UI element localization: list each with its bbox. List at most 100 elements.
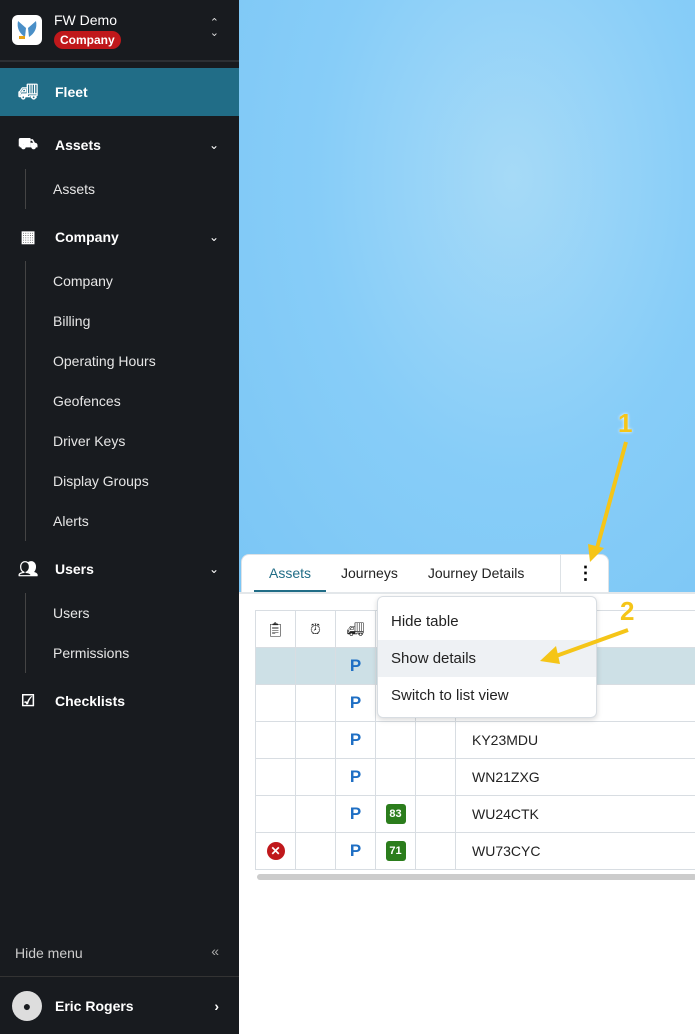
parked-cell: P [335, 721, 376, 759]
chevron-down-icon: ⌄ [208, 230, 219, 244]
chevron-down-icon: ⌄ [208, 562, 219, 576]
parked-icon: P [349, 730, 362, 749]
registration-cell: KY23MDU [455, 721, 695, 759]
parked-cell: P [335, 758, 376, 796]
alarm-icon[interactable]: ⏰︎ [295, 610, 336, 648]
nav-users[interactable]: 👥︎ Users ⌄ [0, 545, 239, 593]
user-menu[interactable]: ● Eric Rogers › [0, 976, 239, 1034]
divider [25, 169, 26, 209]
number-badge: 71 [385, 841, 406, 861]
alarm-cell [295, 795, 336, 833]
nav-assets-assets[interactable]: Assets [53, 181, 95, 197]
table-row[interactable]: P 83 WU24CTK [255, 795, 695, 833]
nav-driver-keys[interactable]: Driver Keys [53, 433, 125, 449]
building-icon: ▦ [20, 229, 36, 246]
tab-assets[interactable]: Assets [254, 555, 327, 592]
number-badge: 83 [385, 804, 406, 824]
number-cell: 71 [375, 832, 416, 870]
number-cell: 83 [375, 795, 416, 833]
nav-label: Fleet [55, 84, 88, 100]
menu-hide-table[interactable]: Hide table [378, 603, 596, 640]
status-cell: ✕ [255, 832, 296, 870]
org-name: FW Demo [54, 11, 117, 28]
menu-show-details[interactable]: Show details [378, 640, 596, 677]
horizontal-scrollbar[interactable] [257, 874, 695, 880]
chevron-right-icon: › [214, 997, 219, 1014]
alarm-cell [295, 832, 336, 870]
nav-label: Checklists [55, 693, 126, 709]
nav-company[interactable]: ▦ Company ⌄ [0, 213, 239, 261]
parked-icon: P [349, 841, 362, 860]
table-tabs: Assets Journeys Journey Details ⋮ [241, 554, 610, 593]
divider [25, 593, 26, 673]
nav-fleet[interactable]: 🚚︎ Fleet [0, 68, 239, 116]
status-cell [255, 758, 296, 796]
empty-cell [415, 832, 456, 870]
table-row[interactable]: P KY23MDU [255, 721, 695, 759]
divider [25, 261, 26, 541]
registration-cell: WU73CYC [455, 832, 695, 870]
double-chevron-left-icon[interactable]: « [211, 943, 219, 959]
nav-label: Company [55, 229, 119, 245]
menu-switch-list-view[interactable]: Switch to list view [378, 677, 596, 714]
parked-icon: P [349, 767, 362, 786]
alarm-cell [295, 721, 336, 759]
company-logo [12, 15, 42, 45]
annotation-2: 2 [620, 596, 635, 626]
status-cell [255, 684, 296, 722]
parked-cell: P [335, 684, 376, 722]
parked-icon: P [349, 693, 362, 712]
users-icon: 👥︎ [17, 561, 39, 578]
chevron-down-icon: ⌄ [208, 138, 219, 152]
nav-label: Users [55, 561, 94, 577]
cars-icon: ⛟ [17, 136, 39, 153]
number-cell [375, 758, 416, 796]
parked-cell: P [335, 832, 376, 870]
empty-cell [415, 795, 456, 833]
nav-geofences[interactable]: Geofences [53, 393, 121, 409]
truck-icon: 🚚︎ [17, 84, 39, 101]
parked-cell: P [335, 647, 376, 685]
truck-icon[interactable]: 🚚︎ [335, 610, 376, 648]
nav-operating-hours[interactable]: Operating Hours [53, 353, 156, 369]
annotation-1: 1 [618, 408, 633, 438]
map[interactable] [239, 0, 695, 592]
more-options-icon[interactable]: ⋮ [560, 555, 610, 593]
sidebar: FW Demo Company ⌃ ⌄ 🚚︎ Fleet ⛟ Assets ⌄ Asse… [0, 0, 239, 1034]
avatar: ● [12, 990, 42, 1021]
tab-journeys[interactable]: Journeys [326, 555, 413, 592]
parked-icon: P [349, 804, 362, 823]
checklist-icon[interactable]: 📋︎ [255, 610, 296, 648]
nav-display-groups[interactable]: Display Groups [53, 473, 149, 489]
nav-users-users[interactable]: Users [53, 605, 90, 621]
chevron-updown-icon: ⌃ ⌄ [209, 17, 219, 39]
nav-company-company[interactable]: Company [53, 273, 113, 289]
nav-billing[interactable]: Billing [53, 313, 90, 329]
table-row[interactable]: P WN21ZXG [255, 758, 695, 796]
status-cell [255, 721, 296, 759]
empty-cell [415, 758, 456, 796]
parked-cell: P [335, 795, 376, 833]
registration-cell: WU24CTK [455, 795, 695, 833]
user-name: Eric Rogers [55, 997, 134, 1014]
number-cell [375, 721, 416, 759]
org-badge: Company [54, 30, 121, 49]
alarm-cell [295, 758, 336, 796]
registration-cell: WN21ZXG [455, 758, 695, 796]
alarm-cell [295, 647, 336, 685]
tab-journey-details[interactable]: Journey Details [413, 555, 540, 592]
status-cell [255, 647, 296, 685]
parked-icon: P [349, 656, 362, 675]
empty-cell [415, 721, 456, 759]
nav-alerts[interactable]: Alerts [53, 513, 89, 529]
checklist-icon: ☑ [20, 693, 36, 710]
org-switcher[interactable]: FW Demo Company ⌃ ⌄ [0, 0, 239, 62]
nav-permissions[interactable]: Permissions [53, 645, 129, 661]
options-menu: Hide table Show details Switch to list v… [377, 596, 597, 718]
nav-checklists[interactable]: ☑ Checklists [0, 677, 239, 725]
status-cell [255, 795, 296, 833]
hide-menu-button[interactable]: Hide menu [15, 945, 83, 961]
nav-label: Assets [55, 137, 101, 153]
nav-assets[interactable]: ⛟ Assets ⌄ [0, 121, 239, 169]
table-row[interactable]: ✕ P 71 WU73CYC [255, 832, 695, 870]
